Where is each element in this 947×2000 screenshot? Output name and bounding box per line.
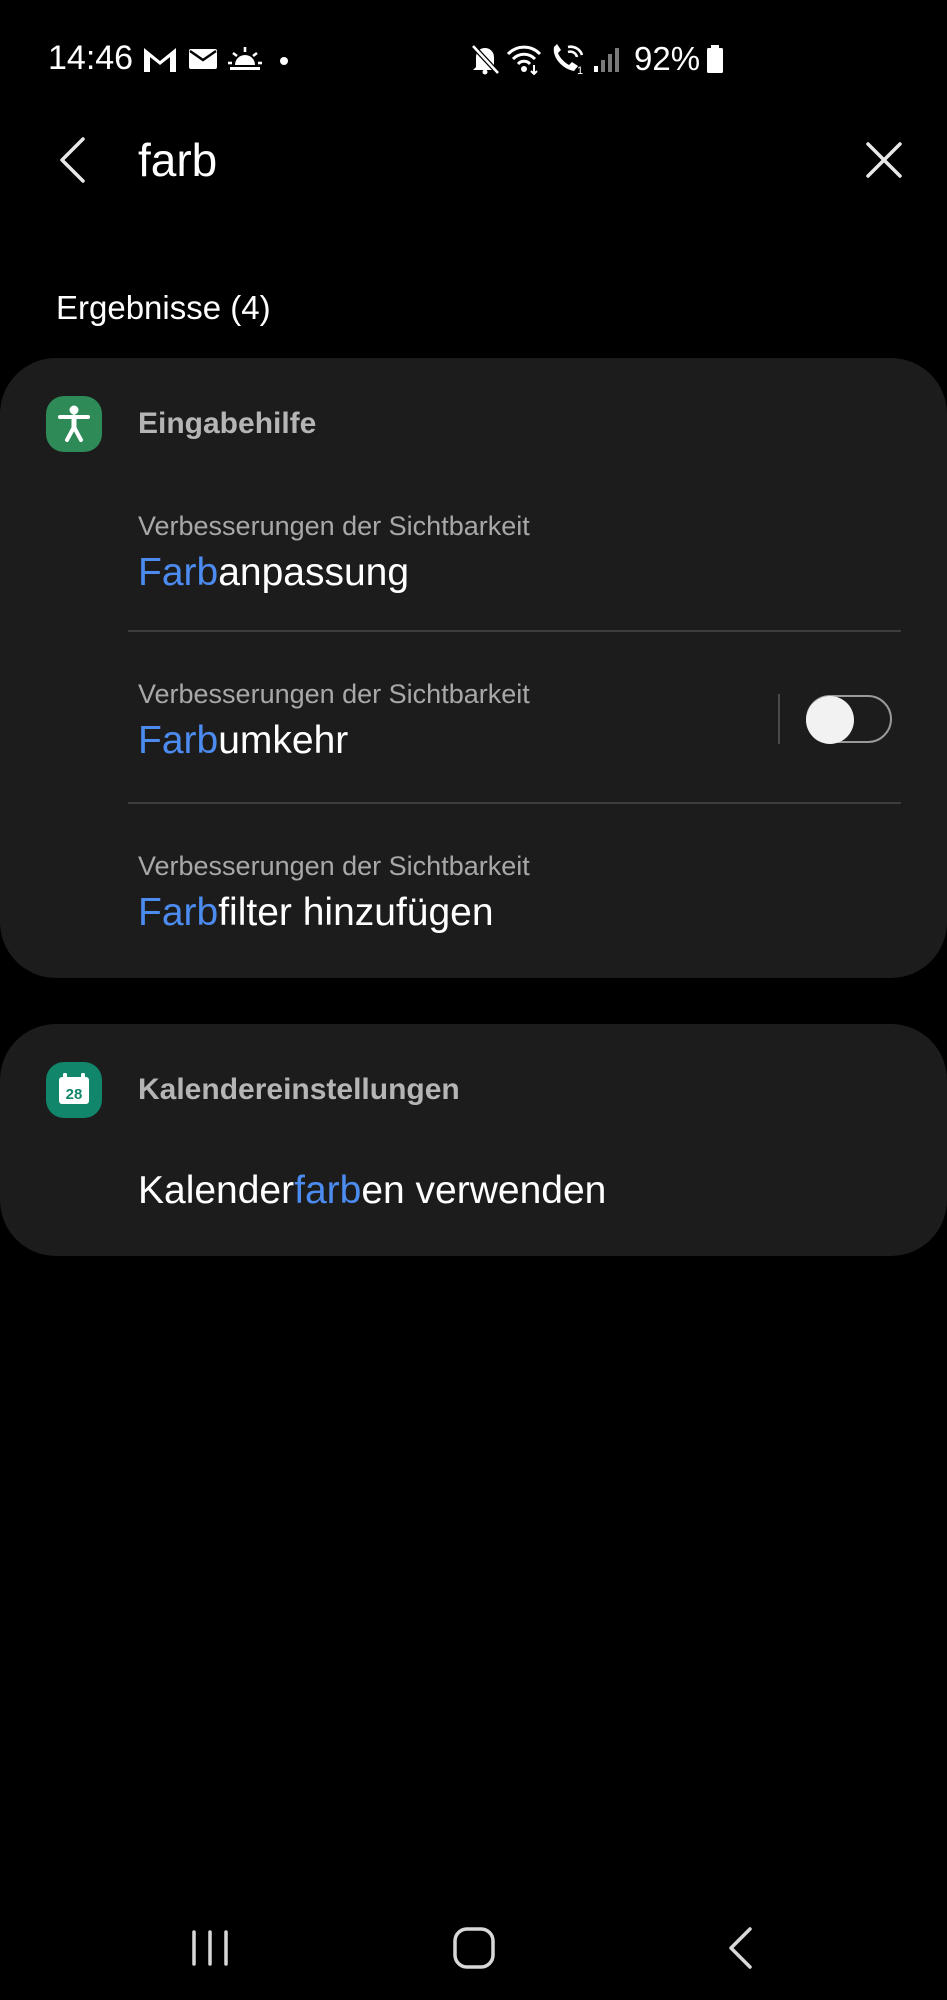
mute-icon xyxy=(471,44,500,75)
result-title: Farbfilter hinzufügen xyxy=(138,888,494,938)
battery-icon xyxy=(707,45,724,73)
calendar-app-icon: 28 xyxy=(46,1062,102,1118)
mail-icon xyxy=(189,49,217,69)
recents-icon xyxy=(192,1930,228,1966)
result-title-post: filter hinzufügen xyxy=(218,891,494,934)
search-input[interactable] xyxy=(138,130,818,190)
close-icon xyxy=(866,142,902,178)
signal-icon xyxy=(594,48,619,72)
recents-button[interactable] xyxy=(160,1910,260,1986)
accessibility-icon xyxy=(46,396,102,452)
toggle-knob xyxy=(806,696,854,744)
result-title-post: en verwenden xyxy=(361,1169,607,1212)
result-subtitle: Verbesserungen der Sichtbarkeit xyxy=(138,511,530,541)
result-item-kalenderfarben[interactable]: Kalenderfarben verwenden xyxy=(0,1134,947,1244)
home-button[interactable] xyxy=(424,1910,524,1986)
notification-icons xyxy=(142,40,292,78)
result-title: Kalenderfarben verwenden xyxy=(138,1166,606,1216)
nav-back-button[interactable] xyxy=(690,1910,790,1986)
chevron-left-icon xyxy=(60,137,85,183)
weather-sunrise-icon xyxy=(228,47,262,70)
farbumkehr-toggle[interactable] xyxy=(806,695,892,744)
result-subtitle: Verbesserungen der Sichtbarkeit xyxy=(138,679,530,709)
accessibility-app-icon xyxy=(46,396,102,452)
svg-text:1: 1 xyxy=(577,65,583,75)
calendar-icon-day: 28 xyxy=(66,1086,83,1103)
gmail-icon xyxy=(144,48,176,72)
result-title-match: Farb xyxy=(138,551,219,594)
result-title-match: Farb xyxy=(138,891,219,934)
group-title: Eingabehilfe xyxy=(138,407,317,440)
home-icon xyxy=(453,1927,495,1969)
result-group-kalendereinstellungen: 28 Kalendereinstellungen Kalenderfarben … xyxy=(0,1024,947,1256)
status-bar: 14:46 1 92% xyxy=(0,0,947,116)
calendar-icon: 28 xyxy=(46,1062,102,1118)
wifi-icon xyxy=(506,45,542,75)
result-item-farbanpassung[interactable]: Verbesserungen der Sichtbarkeit Farbanpa… xyxy=(0,486,947,646)
group-title: Kalendereinstellungen xyxy=(138,1073,460,1106)
back-button[interactable] xyxy=(40,128,104,192)
result-title-post: anpassung xyxy=(218,551,410,594)
back-icon xyxy=(729,1927,752,1969)
toggle-separator xyxy=(778,694,780,744)
result-title-match: farb xyxy=(294,1169,362,1212)
results-heading: Ergebnisse (4) xyxy=(56,289,271,326)
result-title-pre: Kalender xyxy=(138,1169,295,1212)
wifi-calling-icon: 1 xyxy=(553,44,584,75)
result-item-farbfilter[interactable]: Verbesserungen der Sichtbarkeit Farbfilt… xyxy=(0,826,947,978)
result-item-farbumkehr[interactable]: Verbesserungen der Sichtbarkeit Farbumke… xyxy=(0,654,947,814)
result-title-post: umkehr xyxy=(218,719,349,762)
divider xyxy=(128,802,901,804)
divider xyxy=(128,630,901,632)
result-title-match: Farb xyxy=(138,719,219,762)
result-title: Farbanpassung xyxy=(138,548,409,598)
result-subtitle: Verbesserungen der Sichtbarkeit xyxy=(138,851,530,881)
battery-percent: 92% xyxy=(634,40,701,77)
result-title: Farbumkehr xyxy=(138,716,348,766)
clear-search-button[interactable] xyxy=(852,128,916,192)
system-icons: 1 92% xyxy=(470,40,724,78)
dot-icon xyxy=(280,57,288,65)
result-group-eingabehilfe: Eingabehilfe Verbesserungen der Sichtbar… xyxy=(0,358,947,978)
status-time: 14:46 xyxy=(48,39,134,77)
